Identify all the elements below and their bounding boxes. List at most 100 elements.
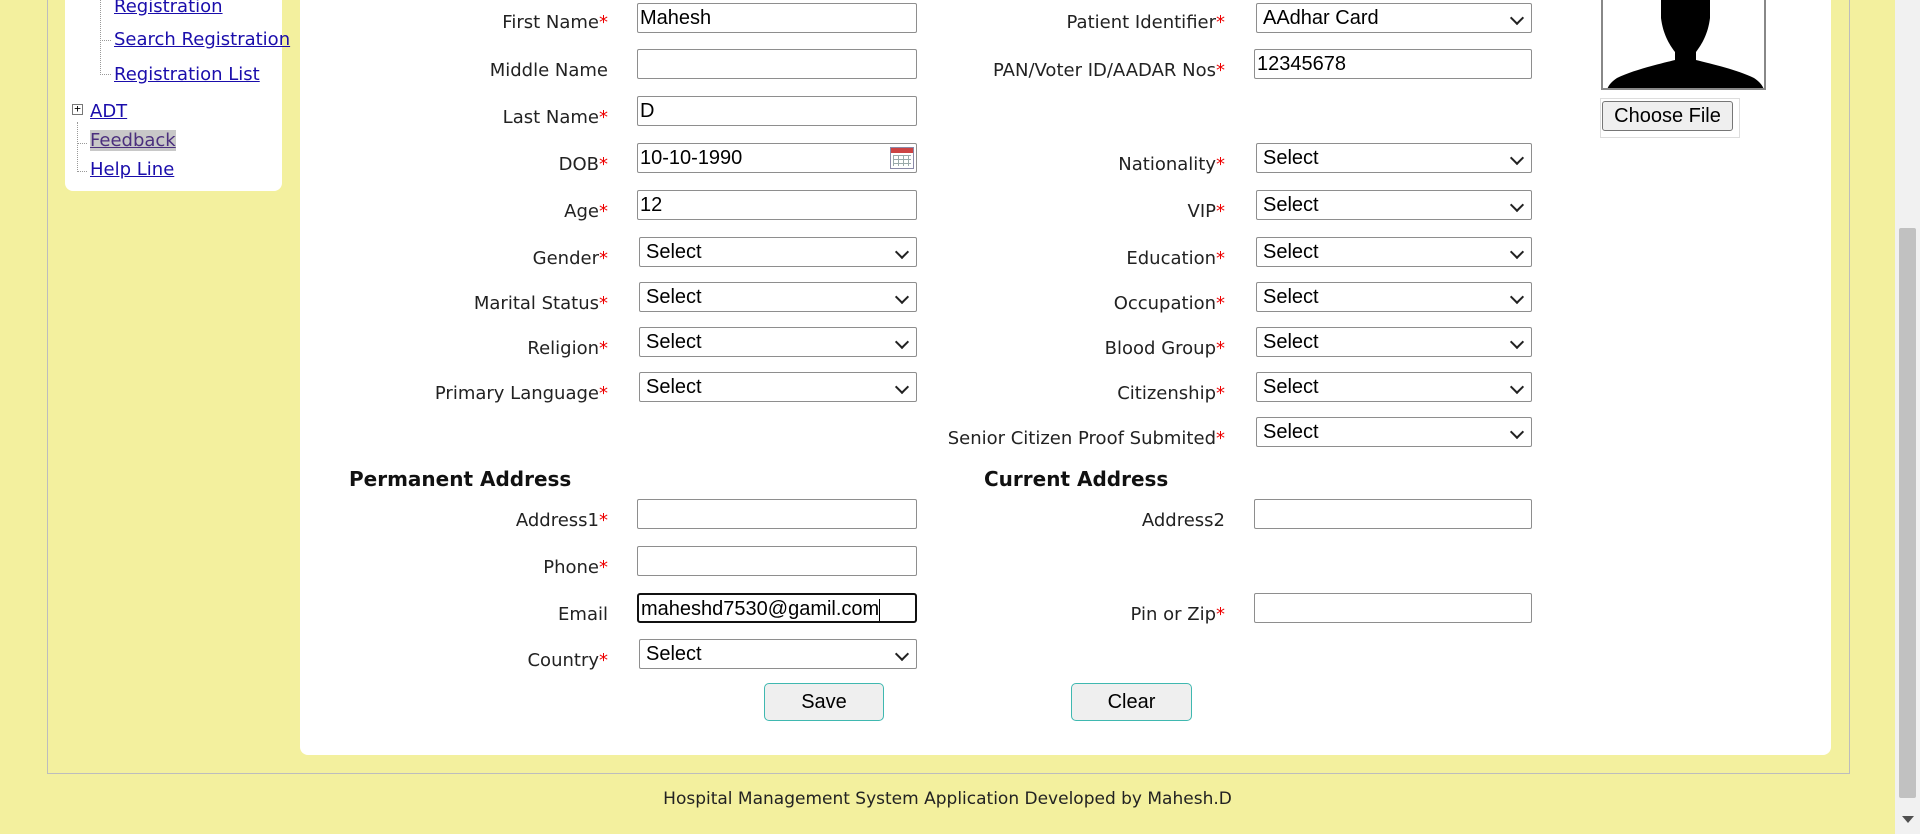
patient-identifier-label: Patient Identifier* [1066, 12, 1225, 33]
tree-connector [77, 122, 78, 172]
middle-name-label: Middle Name [489, 60, 608, 81]
vip-select[interactable]: Select [1256, 190, 1532, 220]
save-button[interactable]: Save [764, 683, 884, 721]
page-footer: Hospital Management System Application D… [663, 789, 1232, 809]
phone-label: Phone* [543, 557, 608, 578]
sidebar-item-help-line[interactable]: Help Line [90, 159, 174, 180]
email-label: Email [558, 604, 608, 625]
country-select[interactable]: Select [639, 639, 917, 669]
blood-group-label: Blood Group* [1104, 338, 1225, 359]
sidebar-item-search-registration[interactable]: Search Registration [114, 29, 290, 50]
citizenship-select[interactable]: Select [1256, 372, 1532, 402]
vip-select-value: Select [1263, 194, 1319, 216]
education-select[interactable]: Select [1256, 237, 1532, 267]
blood-group-select[interactable]: Select [1256, 327, 1532, 357]
country-label: Country* [527, 650, 608, 671]
age-label: Age* [564, 201, 608, 222]
occupation-select-value: Select [1263, 286, 1319, 308]
citizenship-label: Citizenship* [1117, 383, 1225, 404]
gender-select-value: Select [646, 241, 702, 263]
tree-connector [77, 143, 87, 144]
tree-connector [100, 74, 111, 75]
address2-label: Address2 [1141, 510, 1225, 531]
current-address-heading: Current Address [984, 467, 1169, 491]
sidebar-item-feedback[interactable]: Feedback [90, 130, 176, 151]
text-caret [879, 598, 881, 621]
clear-button[interactable]: Clear [1071, 683, 1192, 721]
expand-plus-icon[interactable]: + [72, 103, 83, 115]
address1-input[interactable] [637, 499, 917, 529]
primary-language-select-value: Select [646, 376, 702, 398]
blood-group-select-value: Select [1263, 331, 1319, 353]
address2-input[interactable] [1254, 499, 1532, 529]
dob-label: DOB* [558, 154, 608, 175]
nationality-select-value: Select [1263, 147, 1319, 169]
gender-label: Gender* [532, 248, 608, 269]
dob-value: 10-10-1990 [640, 147, 743, 169]
chevron-down-icon [894, 289, 910, 305]
tree-connector [100, 0, 101, 75]
chevron-down-icon [894, 646, 910, 662]
nationality-select[interactable]: Select [1256, 143, 1532, 173]
marital-status-select-value: Select [646, 286, 702, 308]
religion-label: Religion* [527, 338, 608, 359]
patient-photo [1601, 0, 1766, 90]
senior-citizen-proof-label: Senior Citizen Proof Submited* [947, 428, 1225, 449]
occupation-select[interactable]: Select [1256, 282, 1532, 312]
education-label: Education* [1126, 248, 1225, 269]
chevron-down-icon [1509, 289, 1525, 305]
id-numbers-label: PAN/Voter ID/AADAR Nos* [992, 60, 1225, 81]
primary-language-select[interactable]: Select [639, 372, 917, 402]
marital-status-label: Marital Status* [473, 293, 608, 314]
primary-language-label: Primary Language* [434, 383, 608, 404]
middle-name-input[interactable] [637, 49, 917, 79]
citizenship-select-value: Select [1263, 376, 1319, 398]
email-input-value: maheshd7530@gamil.com [641, 598, 880, 620]
sidebar-item-adt[interactable]: ADT [90, 101, 127, 122]
first-name-label: First Name* [502, 12, 608, 33]
education-select-value: Select [1263, 241, 1319, 263]
calendar-icon[interactable] [890, 147, 914, 169]
religion-select-value: Select [646, 331, 702, 353]
sidebar-item-registration[interactable]: Registration [114, 0, 223, 17]
marital-status-select[interactable]: Select [639, 282, 917, 312]
chevron-down-icon [1509, 334, 1525, 350]
last-name-input[interactable]: D [637, 96, 917, 126]
vip-label: VIP* [1187, 201, 1225, 222]
last-name-label: Last Name* [502, 107, 608, 128]
patient-identifier-select[interactable]: AAdhar Card [1256, 3, 1532, 33]
choose-file-button[interactable]: Choose File [1602, 101, 1733, 131]
age-input[interactable]: 12 [637, 190, 917, 220]
sidebar-item-registration-list[interactable]: Registration List [114, 64, 260, 85]
chevron-down-icon [894, 334, 910, 350]
country-select-value: Select [646, 643, 702, 665]
chevron-down-icon [894, 379, 910, 395]
pin-zip-input[interactable] [1254, 593, 1532, 623]
permanent-address-heading: Permanent Address [349, 467, 572, 491]
pin-zip-label: Pin or Zip* [1130, 604, 1225, 625]
chevron-down-icon [894, 244, 910, 260]
nationality-label: Nationality* [1118, 154, 1225, 175]
senior-citizen-proof-select-value: Select [1263, 421, 1319, 443]
chevron-down-icon [1509, 244, 1525, 260]
address1-label: Address1* [515, 510, 608, 531]
phone-input[interactable] [637, 546, 917, 576]
dob-input[interactable]: 10-10-1990 [637, 143, 917, 173]
tree-connector [77, 171, 87, 172]
chevron-down-icon [1509, 424, 1525, 440]
id-numbers-input[interactable]: 12345678 [1254, 49, 1532, 79]
person-silhouette-icon [1607, 0, 1764, 88]
chevron-down-icon [1509, 379, 1525, 395]
first-name-input[interactable]: Mahesh [637, 3, 917, 33]
chevron-down-icon [1509, 150, 1525, 166]
gender-select[interactable]: Select [639, 237, 917, 267]
senior-citizen-proof-select[interactable]: Select [1256, 417, 1532, 447]
scrollbar-thumb[interactable] [1899, 228, 1916, 798]
patient-identifier-select-value: AAdhar Card [1263, 7, 1379, 29]
chevron-down-icon [1509, 10, 1525, 26]
religion-select[interactable]: Select [639, 327, 917, 357]
scroll-down-arrow-icon[interactable] [1902, 816, 1914, 823]
tree-connector [100, 40, 111, 41]
email-input[interactable]: maheshd7530@gamil.com [637, 593, 917, 623]
chevron-down-icon [1509, 197, 1525, 213]
